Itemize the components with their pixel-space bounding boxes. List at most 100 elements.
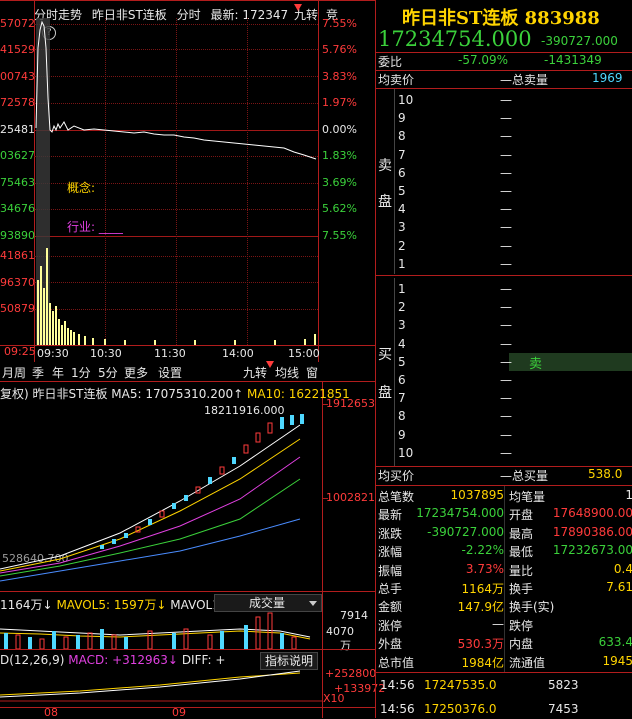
volume-label: 96370 — [0, 276, 35, 289]
volume-panel[interactable]: 1164万↓ MAVOL5: 1597万↓ MAVOL10: 3 成交量 791… — [0, 591, 375, 652]
ask-level-label: 4 — [398, 202, 406, 217]
stat-value: 17648900.00 — [552, 506, 632, 521]
macd-axis-scale: X10 — [323, 692, 345, 705]
weibi-value: -57.09% — [458, 53, 509, 67]
ask-level-label: 7 — [398, 147, 406, 162]
marker-triangle-icon — [294, 4, 302, 11]
sell-tag[interactable]: 卖 — [509, 353, 632, 372]
bid-book: 买 盘 卖 1 — 2 — 3 — 4 — 5 — 6 — 7 — 8 — 9 — 10 — — [376, 278, 632, 466]
stat-label: 涨停 — [378, 618, 403, 633]
jiuzhuan-button[interactable]: 九转 — [243, 364, 267, 381]
bid-level-label: 5 — [398, 354, 406, 369]
kline-price-high: 1912653 — [326, 397, 375, 410]
bid-level-label: 6 — [398, 373, 406, 387]
total-bid-value: 538.0 — [588, 467, 623, 481]
pct-label: 5.76% — [322, 43, 357, 56]
time-label-start: 09:25 — [4, 345, 36, 358]
quote-change: -390727.000 — [541, 34, 618, 48]
stat-label: 总手 — [378, 582, 403, 596]
intraday-panel[interactable]: 分时走势 昨日非ST连板 分时 最新: 172347 九转 竞 ? 57072 … — [0, 0, 375, 362]
bid-level-dash: — — [500, 373, 512, 387]
intraday-chart — [35, 18, 317, 345]
weicha-value: -1431349 — [544, 53, 602, 67]
kline-price-mid: 1002821 — [326, 491, 375, 504]
macd-panel[interactable]: D(12,26,9) MACD: +312963↓ DIFF: + 指标说明 +… — [0, 649, 385, 707]
kline-candles — [100, 414, 304, 549]
window-button[interactable]: 窗 — [306, 364, 318, 381]
marker-triangle-icon — [266, 361, 274, 368]
stat-value: 147.9亿 — [457, 600, 504, 615]
stat-label: 涨跌 — [378, 526, 403, 541]
time-tick: 11:30 — [154, 347, 186, 360]
kline-name: 昨日非ST连板 — [32, 387, 108, 401]
bid-level-label: 2 — [398, 300, 406, 315]
bid-level-dash: — — [500, 354, 512, 369]
buy-side-label: 盘 — [378, 385, 392, 401]
pct-label: 1.97% — [322, 96, 357, 109]
price-label: 00743 — [0, 70, 35, 83]
stat-value: 1 — [625, 488, 632, 502]
mavol5-value: MAVOL5: 1597万↓ — [56, 598, 167, 612]
stat-value: 633.4 — [598, 635, 632, 650]
intraday-volume-bars — [37, 248, 316, 345]
price-label: 75463 — [0, 176, 35, 189]
macd-params: D(12,26,9) — [0, 653, 65, 667]
stat-label: 金额 — [378, 600, 403, 615]
stat-value: 0.4 — [613, 561, 632, 576]
bid-level-label: 4 — [398, 336, 406, 351]
stat-value: — — [492, 616, 504, 631]
stat-label: 总笔数 — [378, 490, 415, 504]
price-label: 57072 — [0, 17, 35, 30]
stat-value: 1984亿 — [461, 655, 504, 670]
bid-level-dash: — — [500, 409, 512, 424]
macd-axis: +252800 — [325, 667, 377, 680]
price-label: 72578 — [0, 96, 35, 109]
stat-value: 17232673.00 — [552, 543, 632, 558]
macd-chart — [0, 670, 322, 702]
ma-button[interactable]: 均线 — [275, 364, 299, 381]
indicator-select[interactable]: 成交量 — [214, 594, 322, 612]
stat-label: 换手(实) — [509, 600, 555, 615]
bid-level-dash: — — [500, 300, 512, 315]
period-week[interactable]: 周 — [14, 364, 26, 381]
stat-label: 内盘 — [509, 637, 534, 652]
ask-level-label: 6 — [398, 165, 406, 180]
sell-side-label: 卖 — [378, 158, 392, 174]
ask-level-dash: — — [500, 238, 512, 253]
time-tick: 09:30 — [37, 347, 69, 360]
ask-level-label: 2 — [398, 238, 406, 253]
settings-button[interactable]: 设置 — [158, 364, 182, 381]
period-season[interactable]: 季 — [32, 364, 44, 381]
buy-side-label: 买 — [378, 347, 392, 363]
more-button[interactable]: 更多 — [124, 364, 148, 381]
stat-value: -390727.000 — [427, 524, 504, 539]
period-year[interactable]: 年 — [52, 364, 64, 381]
stat-value: 530.3万 — [457, 637, 504, 652]
time-tick: 15:00 — [288, 347, 320, 360]
diff-value: DIFF: + — [181, 653, 226, 667]
ask-level-dash: — — [500, 202, 512, 217]
stat-label: 均笔量 — [509, 490, 546, 504]
kline-panel[interactable]: 复权) 昨日非ST连板 MA5: 17075310.200↑ MA10: 162… — [0, 381, 375, 718]
stat-label: 流通值 — [509, 655, 546, 670]
bid-level-label: 10 — [398, 445, 414, 460]
volume-axis: 7914 — [340, 609, 368, 622]
period-1min[interactable]: 1分 — [71, 364, 91, 381]
ask-level-dash: — — [500, 256, 512, 271]
period-month[interactable]: 月 — [2, 364, 14, 381]
weibi-label: 委比 — [378, 55, 403, 69]
price-label: 03627 — [0, 149, 35, 162]
month-label: 08 — [44, 706, 58, 719]
bid-level-dash: — — [500, 391, 512, 406]
stat-value: 17234754.000 — [416, 506, 504, 521]
stat-label: 外盘 — [378, 637, 403, 652]
pct-label: 1.83% — [322, 149, 357, 162]
bid-level-dash: — — [500, 445, 512, 460]
period-toolbar: 月 周 季 年 1分 5分 更多 设置 九转 均线 窗 — [0, 361, 375, 381]
price-label: 93890 — [0, 229, 35, 242]
volume-label: 50879 — [0, 302, 35, 315]
period-5min[interactable]: 5分 — [98, 364, 118, 381]
volume-chart — [0, 612, 311, 649]
bid-level-label: 7 — [398, 391, 406, 406]
price-label: 41529 — [0, 43, 35, 56]
